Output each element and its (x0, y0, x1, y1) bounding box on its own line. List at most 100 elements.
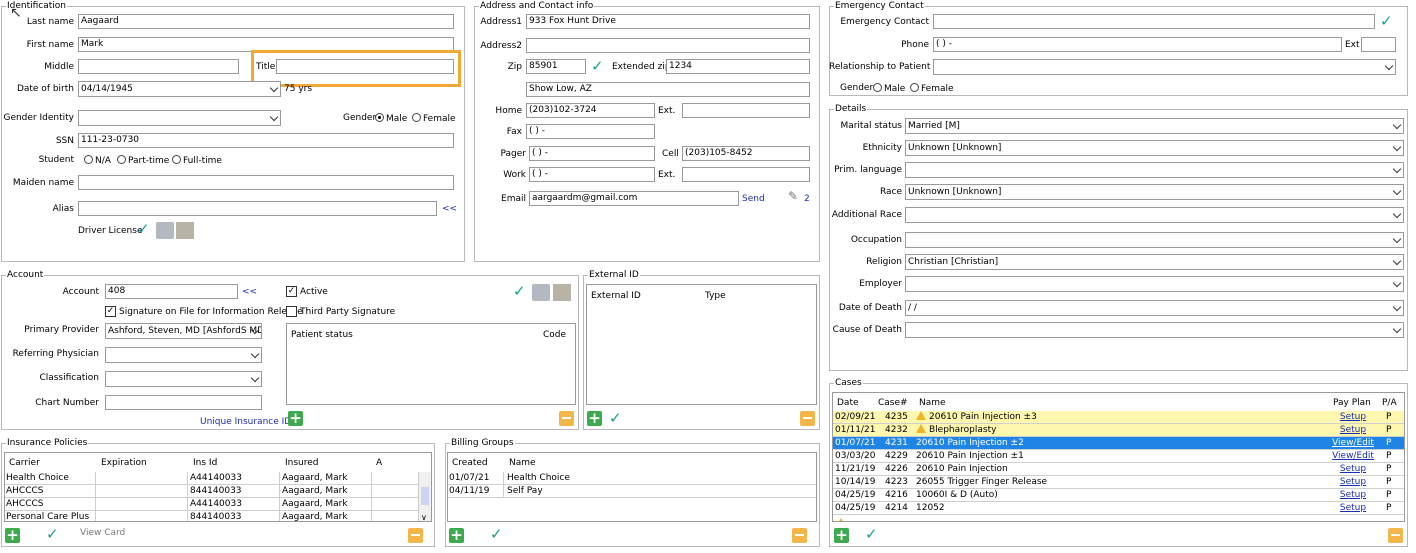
details-field-select[interactable] (905, 322, 1404, 338)
address1-input[interactable]: 933 Fox Hunt Drive (526, 14, 810, 29)
case-row[interactable]: 10/14/19 4223 26055 Trigger Finger Release… (833, 476, 1404, 489)
work-ext-input[interactable] (682, 167, 810, 182)
zip-input[interactable]: 85901 (526, 59, 586, 74)
pay-plan-link[interactable]: Setup (1329, 502, 1377, 515)
add-icon[interactable]: + (587, 411, 602, 426)
account-expand-link[interactable]: << (242, 287, 257, 298)
case-row[interactable]: 11/21/19 4226 20610 Pain Injection Setup P (833, 463, 1404, 476)
dob-picker[interactable]: 04/14/1945 (78, 81, 281, 97)
email-input[interactable]: aargaardm@gmail.com (529, 191, 739, 206)
remove-icon[interactable] (1388, 528, 1403, 543)
pay-plan-link[interactable]: View/Edit (1329, 450, 1377, 463)
address2-input[interactable] (526, 38, 810, 53)
table-row[interactable]: 01/07/21 Health Choice (448, 472, 816, 485)
cell-input[interactable]: (203)105-8452 (682, 146, 810, 161)
view-card-button[interactable]: View Card (80, 528, 125, 539)
check-icon[interactable]: ✓ (865, 527, 878, 542)
student-part-radio[interactable]: Part-time (117, 155, 169, 167)
attachment-count[interactable]: 2 (804, 194, 810, 205)
signature-checkbox[interactable]: ✓ (105, 306, 116, 317)
details-field-select[interactable] (905, 162, 1404, 178)
details-field-select[interactable]: Married [M] (905, 118, 1404, 134)
case-row[interactable]: 02/09/21 4235 20610 Pain Injection ±3 Setup… (833, 411, 1404, 424)
scrollbar-thumb[interactable] (421, 487, 429, 505)
city-input[interactable]: Show Low, AZ (526, 82, 810, 97)
account-input[interactable]: 408 (105, 284, 238, 299)
attachment-icon[interactable]: ✎ (788, 190, 798, 202)
remove-icon[interactable] (792, 528, 807, 543)
ssn-input[interactable]: 111-23-0730 (78, 133, 454, 148)
printer-icon[interactable] (532, 284, 550, 301)
gender-male-radio[interactable]: Male (375, 113, 407, 125)
scan-icon[interactable] (553, 284, 571, 301)
active-checkbox[interactable]: ✓ (286, 286, 297, 297)
pager-input[interactable]: ( ) - (529, 146, 655, 161)
printer-icon[interactable] (156, 222, 174, 239)
primary-provider-select[interactable]: Ashford, Steven, MD [AshfordS MD] (105, 323, 262, 339)
emergency-phone-input[interactable]: ( ) - (933, 37, 1342, 52)
title-input[interactable] (276, 59, 454, 74)
table-row[interactable]: AHCCCS A44140033 Aagaard, Mark (5, 498, 419, 511)
check-icon[interactable]: ✓ (490, 527, 503, 542)
scroll-down-icon[interactable]: ∨ (421, 512, 427, 521)
details-field-select[interactable]: Unknown [Unknown] (905, 184, 1404, 200)
check-icon[interactable]: ✓ (1380, 14, 1393, 29)
send-email-link[interactable]: Send (742, 194, 765, 205)
table-row[interactable]: 04/11/19 Self Pay (448, 485, 816, 498)
details-field-select[interactable] (905, 276, 1404, 292)
maiden-name-input[interactable] (78, 175, 454, 190)
details-field-select[interactable] (905, 232, 1404, 248)
add-icon[interactable]: + (449, 528, 464, 543)
scan-icon[interactable] (176, 222, 194, 239)
last-name-input[interactable]: Aagaard (78, 14, 454, 29)
check-icon[interactable]: ✓ (137, 222, 150, 237)
table-row[interactable]: Health Choice A44140033 Aagaard, Mark (5, 472, 419, 485)
check-icon[interactable]: ✓ (46, 527, 59, 542)
classification-select[interactable] (105, 371, 262, 387)
ext-zip-input[interactable]: 1234 (666, 59, 810, 74)
insurance-scrollbar[interactable]: ∨ (418, 472, 431, 521)
case-row[interactable]: 03/03/20 4229 20610 Pain Injection ±1 View/… (833, 450, 1404, 463)
details-field-select[interactable]: Unknown [Unknown] (905, 140, 1404, 156)
pay-plan-link[interactable]: Setup (1329, 463, 1377, 476)
student-na-radio[interactable]: N/A (84, 155, 111, 167)
fax-input[interactable]: ( ) - (526, 124, 655, 139)
home-phone-input[interactable]: (203)102-3724 (526, 103, 655, 118)
pay-plan-link[interactable]: Setup (1329, 489, 1377, 502)
case-row[interactable]: 01/07/21 4231 20610 Pain Injection ±2 View/… (833, 437, 1404, 450)
pay-plan-link[interactable]: Setup (1329, 411, 1377, 424)
student-full-radio[interactable]: Full-time (172, 155, 222, 167)
details-field-select[interactable] (905, 207, 1404, 223)
chart-number-input[interactable] (105, 395, 262, 410)
case-row[interactable]: 04/25/19 4216 10060I & D (Auto) Setup P (833, 489, 1404, 502)
third-party-checkbox[interactable] (286, 306, 297, 317)
add-icon[interactable]: + (834, 528, 849, 543)
table-row[interactable]: Personal Care Plus 844140033 Aagaard, Mark (5, 511, 419, 521)
remove-icon[interactable] (800, 411, 815, 426)
details-field-select[interactable]: / / (905, 300, 1404, 316)
alias-input[interactable] (78, 201, 437, 216)
unique-insurance-id-link[interactable]: Unique Insurance ID (200, 417, 291, 428)
check-icon[interactable]: ✓ (591, 59, 604, 74)
check-icon[interactable]: ✓ (513, 284, 526, 299)
remove-icon[interactable] (408, 528, 423, 543)
referring-select[interactable] (105, 347, 262, 363)
relationship-select[interactable] (933, 59, 1396, 75)
case-row[interactable]: 01/11/21 4232 Blepharoplasty Setup P (833, 424, 1404, 437)
work-input[interactable]: ( ) - (529, 167, 655, 182)
details-field-select[interactable]: Christian [Christian] (905, 254, 1404, 270)
check-icon[interactable]: ✓ (609, 411, 622, 426)
gender-identity-select[interactable] (78, 110, 281, 126)
remove-icon[interactable] (559, 411, 574, 426)
emergency-female-radio[interactable]: Female (910, 83, 954, 95)
middle-input[interactable] (78, 59, 239, 74)
gender-female-radio[interactable]: Female (412, 113, 456, 125)
emergency-male-radio[interactable]: Male (873, 83, 905, 95)
emergency-contact-input[interactable] (933, 14, 1375, 29)
table-row[interactable]: AHCCCS 844140033 Aagaard, Mark (5, 485, 419, 498)
case-row[interactable]: 04/25/19 4214 12052 Setup P (833, 502, 1404, 515)
home-ext-input[interactable] (682, 103, 810, 118)
emergency-ext-input[interactable] (1361, 37, 1396, 52)
add-icon[interactable]: + (288, 411, 303, 426)
pay-plan-link[interactable]: View/Edit (1329, 437, 1377, 450)
